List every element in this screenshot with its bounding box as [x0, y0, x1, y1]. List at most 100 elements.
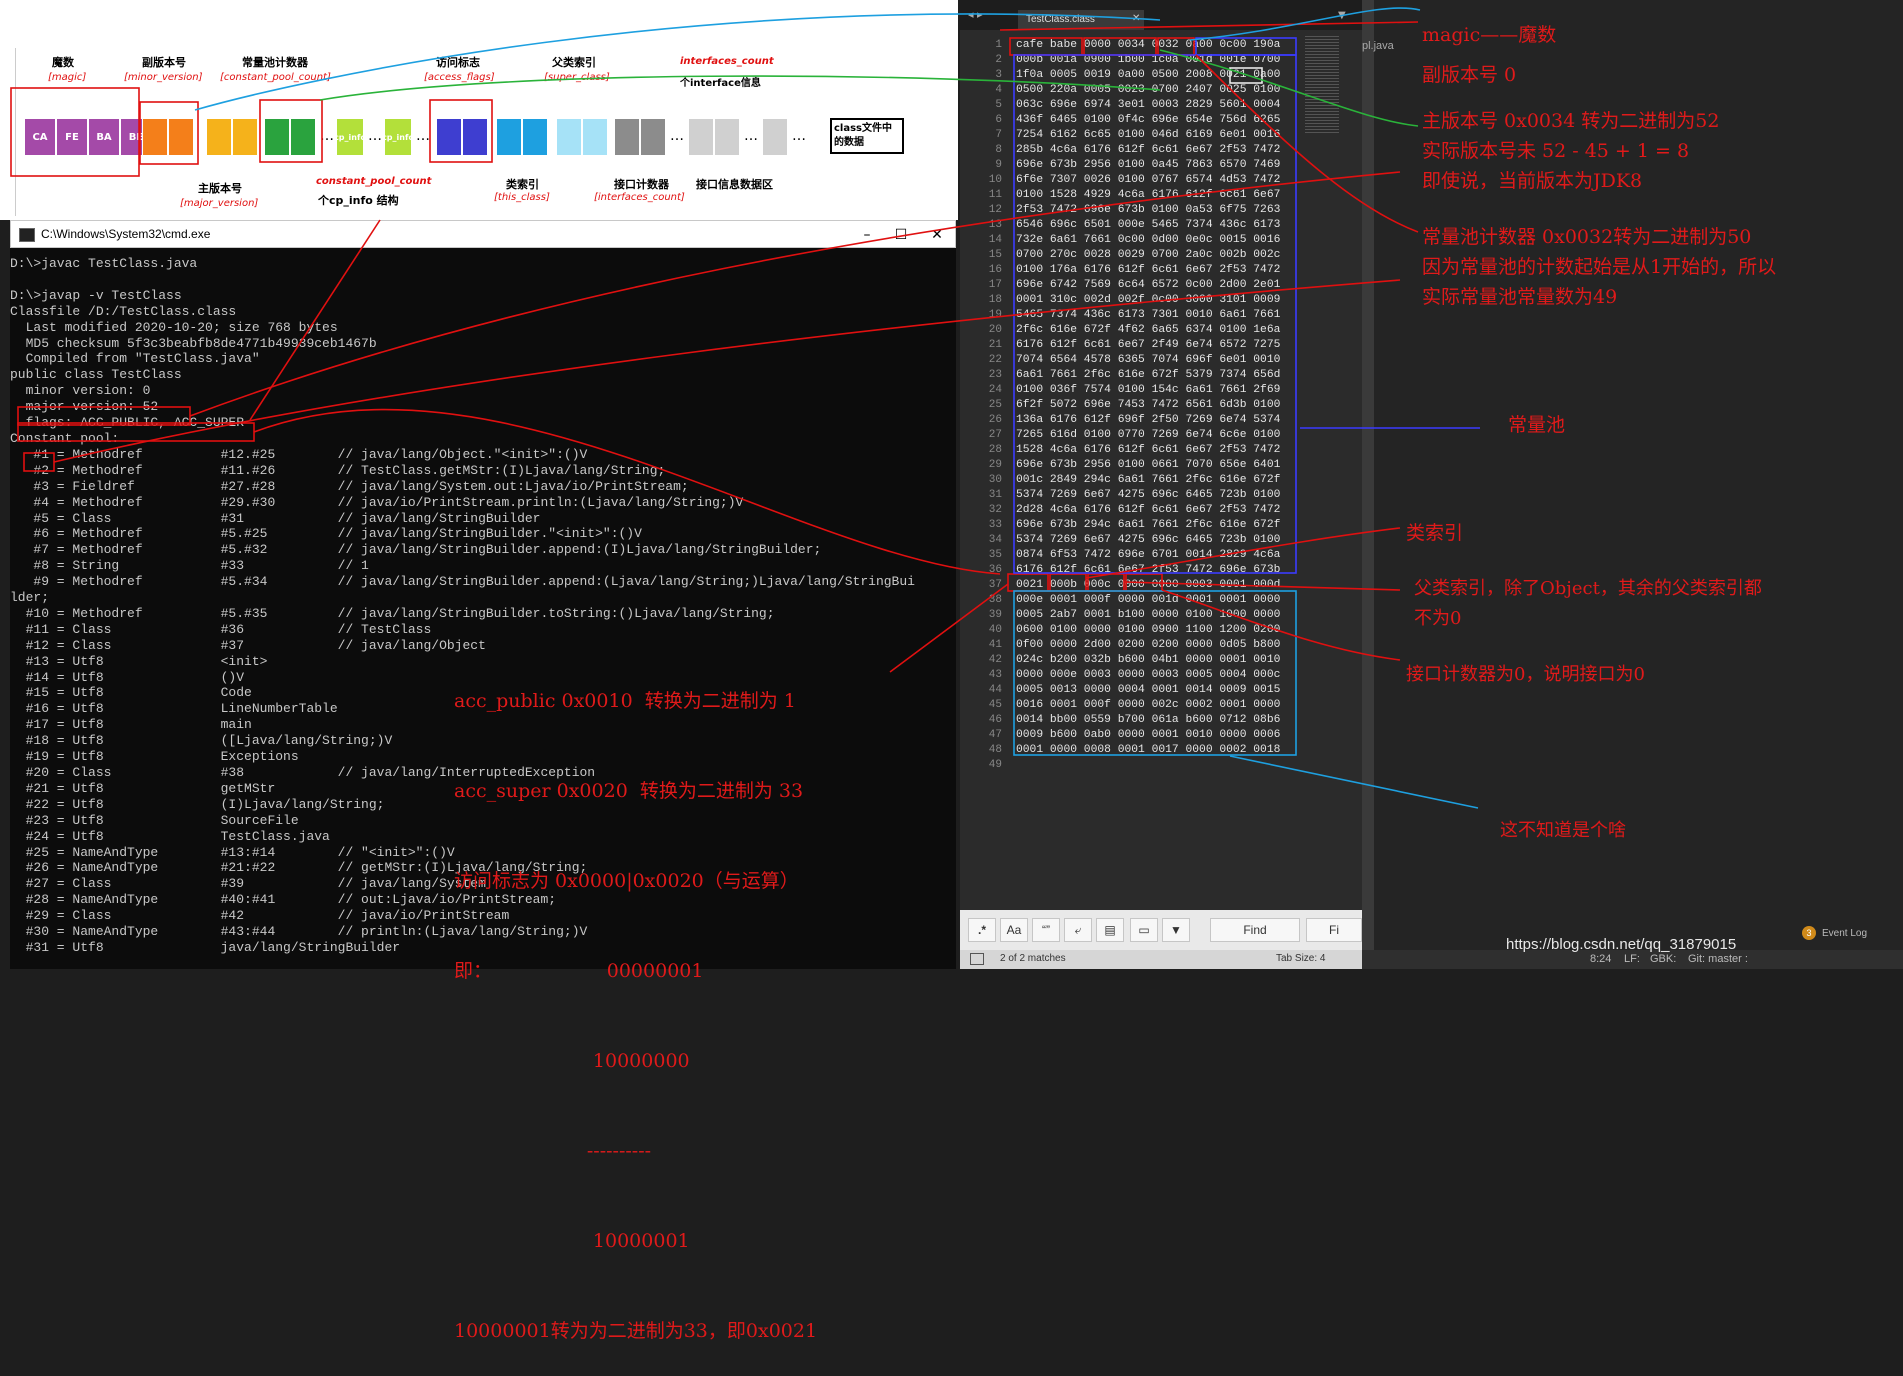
highlight-icon[interactable]: ▭ — [1130, 918, 1158, 942]
label-interfaces-info: 个interface信息 — [680, 78, 761, 89]
anno-cp-1: 常量池计数器 0x0032转为二进制为50 — [1422, 226, 1752, 248]
anno-major-2: 实际版本号未 52 - 45 + 1 = 8 — [1422, 140, 1690, 162]
magic-cell: FE — [56, 118, 88, 156]
file-tab-java[interactable]: pl.java — [1362, 40, 1394, 52]
anno-line: acc_public 0x0010 转换为二进制为 1 — [454, 690, 796, 712]
anno-minor: 副版本号 0 — [1422, 64, 1517, 86]
anno-cp-2: 因为常量池的计数起始是从1开始的，所以 — [1422, 256, 1777, 278]
label-this-sub: [this_class] — [494, 192, 550, 203]
regex-toggle[interactable]: .* — [968, 918, 996, 942]
line-ending[interactable]: LF: — [1624, 953, 1640, 965]
editor-statusbar: 2 of 2 matches Tab Size: 4 — [960, 950, 1362, 969]
magic-cell: BA — [88, 118, 120, 156]
access-cell — [436, 118, 462, 156]
label-iface-data: 接口信息数据区 — [696, 178, 773, 191]
match-count: 2 of 2 matches — [1000, 953, 1066, 964]
cp-info-cell: cp_info — [382, 118, 414, 156]
minor-cell — [168, 118, 194, 156]
encoding[interactable]: GBK: — [1650, 953, 1676, 965]
label-minor: 副版本号 — [142, 56, 186, 69]
tab-bar: ◂ ▸ TestClass.class ✕ ▼ — [960, 0, 1362, 30]
anno-line: 即： 00000001 — [454, 960, 704, 982]
anno-line: 10000001转为为二进制为33，即0x0021 — [454, 1320, 818, 1342]
label-iface-counter: 接口计数器 — [614, 178, 669, 191]
label-cp-count-sub: [constant_pool_count] — [220, 72, 331, 83]
ellipsis: … — [416, 128, 430, 144]
anno-super-2: 不为0 — [1414, 608, 1462, 629]
label-magic-sub: [magic] — [48, 72, 87, 83]
label-minor-sub: [minor_version] — [124, 72, 203, 83]
label-iface-counter-sub: [interfaces_count] — [594, 192, 685, 203]
major-cell — [232, 118, 258, 156]
label-this: 类索引 — [506, 178, 539, 191]
cmd-titlebar[interactable]: C:\Windows\System32\cmd.exe – ☐ ✕ — [10, 220, 956, 248]
event-log-link[interactable]: Event Log — [1822, 928, 1867, 939]
cmd-title: C:\Windows\System32\cmd.exe — [41, 227, 211, 241]
tab-close-icon[interactable]: ✕ — [1132, 13, 1140, 24]
maximize-icon[interactable]: ☐ — [891, 225, 911, 245]
major-cell — [206, 118, 232, 156]
access-flags-explanation: acc_public 0x0010 转换为二进制为 1 acc_super 0x… — [454, 626, 817, 1376]
anno-line: 10000001 — [454, 1230, 690, 1252]
git-branch[interactable]: Git: master : — [1688, 953, 1748, 965]
label-cp-count: 常量池计数器 — [242, 56, 308, 69]
in-selection-icon[interactable]: ▤ — [1096, 918, 1124, 942]
anno-this-idx: 类索引 — [1406, 522, 1464, 544]
anno-line: ---------- — [454, 1140, 652, 1162]
label-super: 父类索引 — [552, 56, 596, 69]
iface-cell — [714, 118, 740, 156]
label-access: 访问标志 — [436, 56, 480, 69]
iface-cell — [762, 118, 788, 156]
anno-major-1: 主版本号 0x0034 转为二进制为52 — [1422, 110, 1720, 132]
anno-unknown: 这不知道是个啥 — [1500, 820, 1626, 841]
class-structure-diagram: 魔数 [magic] 副版本号 [minor_version] 常量池计数器 [… — [0, 0, 958, 220]
class-data-box: class文件中的数据 — [830, 118, 904, 154]
label-cp-struct: 个cp_info 结构 — [318, 194, 399, 207]
hex-editor[interactable]: ◂ ▸ TestClass.class ✕ ▼ 1 2 3 4 5 6 7 8 … — [960, 0, 1362, 969]
label-interfaces-count: interfaces_count — [680, 56, 774, 67]
tab-size[interactable]: Tab Size: 4 — [1276, 953, 1325, 964]
anno-line: 访问标志为 0x0000|0x0020（与运算） — [454, 870, 799, 892]
line-number-gutter: 1 2 3 4 5 6 7 8 9 10 11 12 13 14 15 16 1… — [988, 39, 1002, 771]
find-all-button[interactable]: Fi — [1306, 918, 1362, 942]
anno-iface: 接口计数器为0，说明接口为0 — [1406, 664, 1645, 685]
wrap-icon[interactable]: ⤶ — [1064, 918, 1092, 942]
whole-word-toggle[interactable]: “” — [1032, 918, 1060, 942]
ellipsis: … — [792, 128, 806, 144]
magic-cell: CA — [24, 118, 56, 156]
label-major-sub: [major_version] — [180, 198, 259, 209]
iface-count-cell — [640, 118, 666, 156]
tab-testclass[interactable]: TestClass.class — [1018, 10, 1144, 30]
cp-count-cell — [264, 118, 290, 156]
event-badge: 3 — [1802, 926, 1816, 940]
find-button[interactable]: Find — [1210, 918, 1300, 942]
anno-pool: 常量池 — [1508, 414, 1566, 436]
cp-count-cell — [290, 118, 316, 156]
minimize-icon[interactable]: – — [857, 225, 877, 245]
super-cell — [582, 118, 608, 156]
cursor-position[interactable]: 8:24 — [1590, 953, 1611, 965]
this-cell — [496, 118, 522, 156]
cp-info-cell: cp_info — [334, 118, 366, 156]
find-input-dropdown-icon[interactable]: ▼ — [1162, 918, 1190, 942]
tab-dropdown-icon[interactable]: ▼ — [1338, 10, 1346, 21]
anno-line: acc_super 0x0020 转换为二进制为 33 — [454, 780, 804, 802]
close-icon[interactable]: ✕ — [927, 225, 947, 245]
hex-content[interactable]: cafe babe 0000 0034 0032 0a00 0c00 190a … — [1016, 38, 1280, 758]
find-bar: .* Aa “” ⤶ ▤ ▭ ▼ Find Fi — [960, 910, 1362, 950]
panel-icon[interactable] — [970, 953, 984, 965]
watermark: https://blog.csdn.net/qq_31879015 — [1506, 936, 1737, 953]
minimap[interactable] — [1305, 36, 1339, 134]
ellipsis: … — [744, 128, 758, 144]
ellipsis: … — [320, 128, 334, 144]
cmd-icon — [19, 228, 35, 242]
minor-cell — [142, 118, 168, 156]
ellipsis: … — [670, 128, 684, 144]
tab-nav-arrows-icon[interactable]: ◂ ▸ — [968, 8, 983, 21]
anno-magic: magic——魔数 — [1422, 24, 1557, 46]
ellipsis: … — [368, 128, 382, 144]
super-cell — [556, 118, 582, 156]
anno-cp-3: 实际常量池常量数为49 — [1422, 286, 1618, 308]
case-toggle[interactable]: Aa — [1000, 918, 1028, 942]
iface-count-cell — [614, 118, 640, 156]
